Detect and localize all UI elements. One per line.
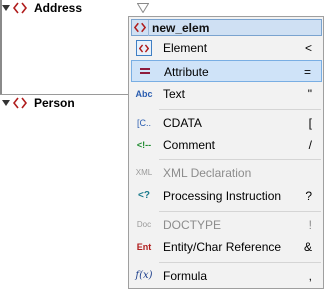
menu-item-element[interactable]: Element < <box>131 37 322 59</box>
menu-separator <box>159 211 321 212</box>
filter-funnel-icon[interactable] <box>136 2 150 16</box>
menu-item-label: Attribute <box>164 65 209 79</box>
menu-item-label: Entity/Char Reference <box>163 240 282 254</box>
insert-node-menu: new_elem Element < Attribute = Abc Text … <box>128 16 324 289</box>
menu-item-shortcut: = <box>303 65 311 79</box>
menu-separator <box>159 262 321 263</box>
attribute-icon <box>132 60 158 82</box>
menu-item-doctype[interactable]: Doc DOCTYPE ! <box>131 214 322 236</box>
menu-item-formula[interactable]: f(x) Formula , <box>131 265 322 287</box>
menu-item-shortcut: / <box>308 138 312 152</box>
menu-item-label: Processing Instruction <box>163 189 282 203</box>
doctype-icon: Doc <box>136 220 152 229</box>
node-label-address: Address <box>34 1 83 15</box>
entity-icon: Ent <box>136 242 152 252</box>
xml-declaration-icon: XML <box>135 168 153 177</box>
menu-item-cdata[interactable]: [C.. CDATA [ <box>131 112 322 134</box>
menu-item-processing-instruction[interactable]: <? Processing Instruction ? <box>131 185 322 207</box>
menu-item-comment[interactable]: <!-- Comment / <box>131 134 322 156</box>
tree-node-person[interactable]: Person <box>0 95 75 111</box>
menu-item-entity-reference[interactable]: Ent Entity/Char Reference & <box>131 236 322 258</box>
menu-item-shortcut: , <box>308 269 312 283</box>
node-label-person: Person <box>34 96 75 110</box>
formula-icon: f(x) <box>135 270 153 281</box>
menu-item-label: Text <box>163 87 186 101</box>
comment-icon: <!-- <box>136 140 152 150</box>
new-element-name-field[interactable]: new_elem <box>131 19 322 36</box>
collapse-triangle-icon[interactable] <box>0 0 12 16</box>
menu-item-xml-declaration[interactable]: XML XML Declaration <box>131 162 322 184</box>
menu-separator <box>159 159 321 160</box>
menu-item-text[interactable]: Abc Text " <box>131 83 322 105</box>
menu-item-shortcut: & <box>303 240 312 254</box>
menu-item-label: Formula <box>163 269 208 283</box>
text-icon: Abc <box>135 89 153 99</box>
menu-item-label: Comment <box>163 138 216 152</box>
element-icon <box>132 19 149 36</box>
menu-item-shortcut: ? <box>305 189 312 203</box>
menu-item-label: DOCTYPE <box>163 218 222 232</box>
cdata-icon: [C.. <box>136 118 151 128</box>
menu-item-shortcut: [ <box>308 116 312 130</box>
menu-item-label: CDATA <box>163 116 202 130</box>
menu-separator <box>159 109 321 110</box>
menu-item-label: XML Declaration <box>163 166 252 180</box>
menu-item-shortcut: < <box>304 41 312 55</box>
collapse-triangle-icon[interactable] <box>0 95 12 111</box>
new-element-name: new_elem <box>152 20 210 35</box>
element-icon <box>136 40 152 56</box>
element-icon <box>12 0 28 16</box>
menu-item-shortcut: ! <box>308 218 312 232</box>
element-icon <box>12 95 28 111</box>
processing-instruction-icon: <? <box>138 190 150 201</box>
tree-node-address[interactable]: Address <box>0 0 82 16</box>
menu-item-shortcut: " <box>307 87 312 101</box>
menu-item-label: Element <box>163 41 208 55</box>
menu-item-attribute[interactable]: Attribute = <box>131 60 322 82</box>
